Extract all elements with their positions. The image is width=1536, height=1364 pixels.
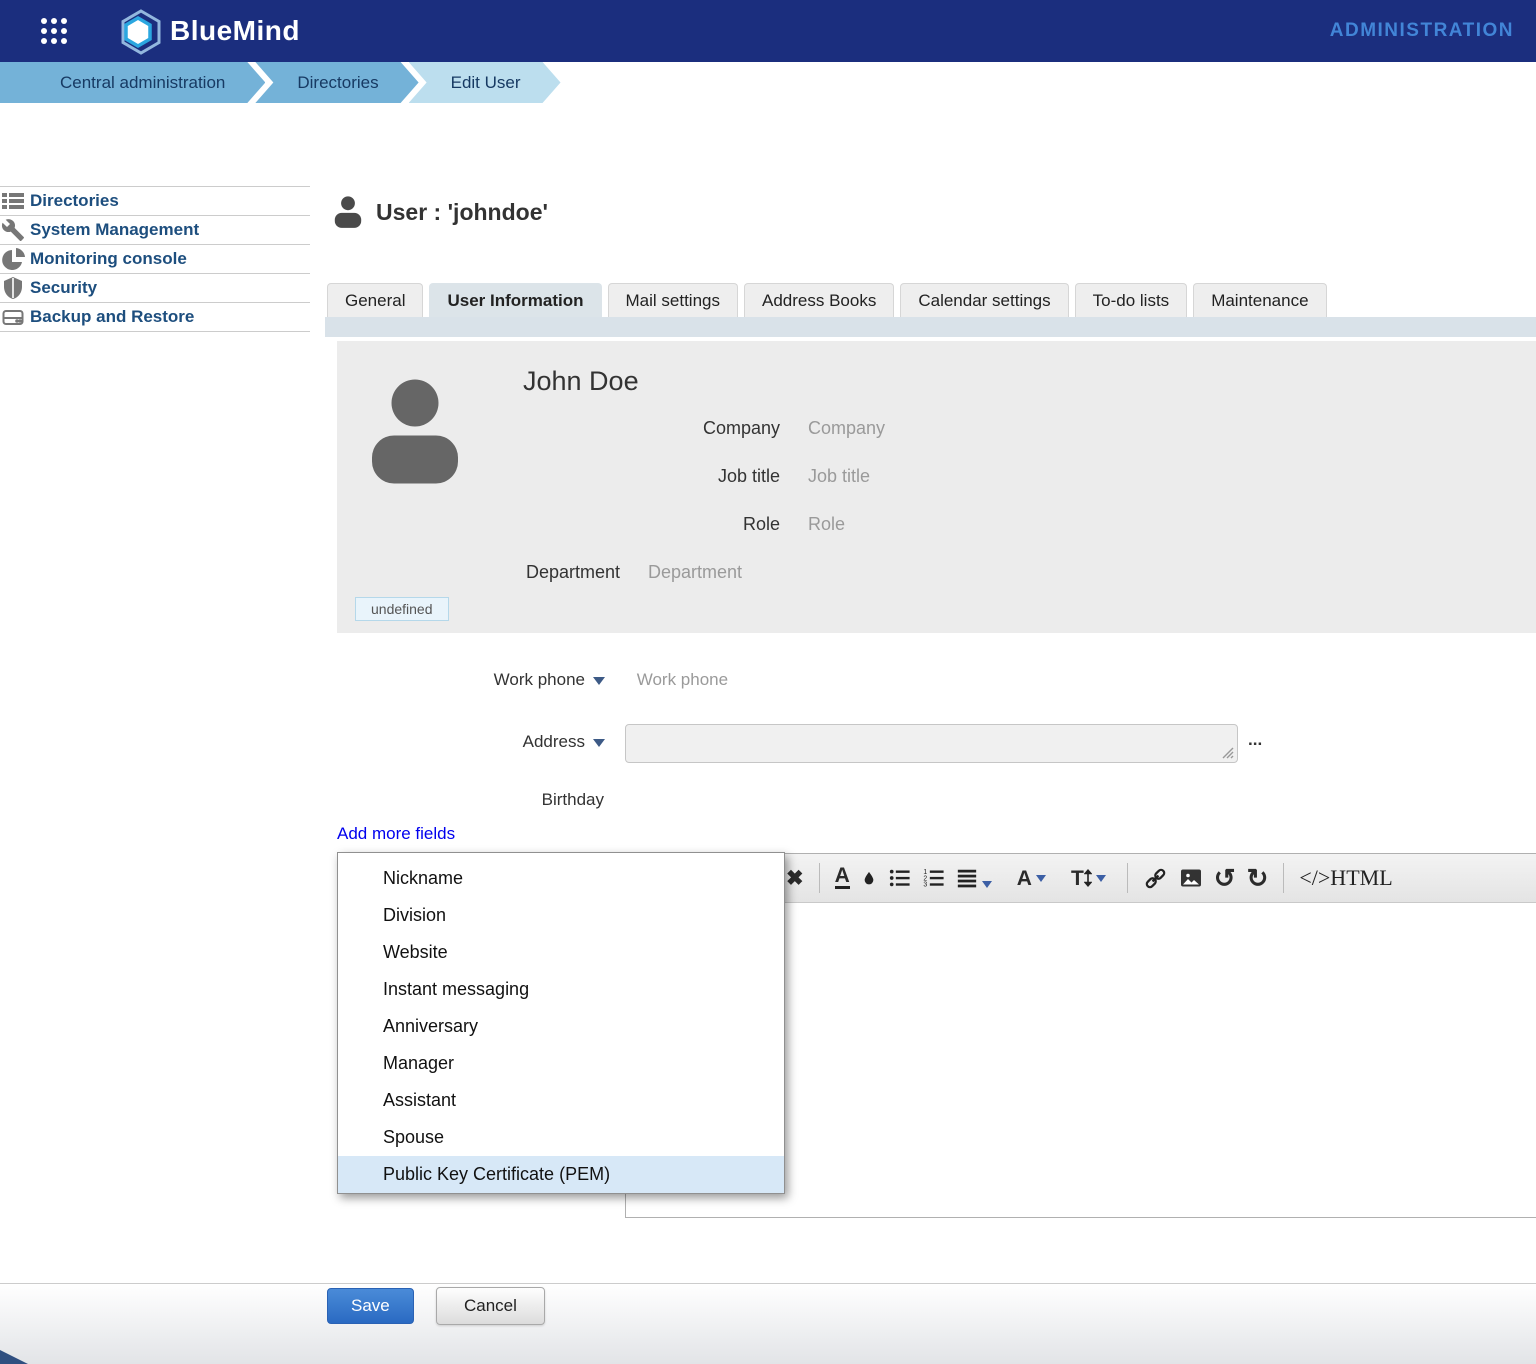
sidebar-item-label: Backup and Restore (30, 307, 194, 327)
address-textarea[interactable] (625, 724, 1238, 763)
tab-maintenance[interactable]: Maintenance (1193, 283, 1326, 317)
app-launcher-icon[interactable] (38, 15, 70, 47)
font-family-menu-icon[interactable]: A (1017, 868, 1046, 889)
address-type-caret-icon[interactable] (593, 739, 605, 747)
menu-item-instant-messaging[interactable]: Instant messaging (338, 971, 784, 1008)
profile-field-role: Role Role (337, 514, 845, 535)
redo-icon[interactable]: ↻ (1247, 865, 1269, 891)
shield-icon (1, 276, 25, 300)
insert-link-icon[interactable] (1143, 866, 1168, 891)
department-field[interactable]: Department (648, 562, 742, 582)
work-phone-label: Work phone (337, 670, 585, 690)
job-title-field[interactable]: Job title (808, 466, 870, 486)
menu-item-spouse[interactable]: Spouse (338, 1119, 784, 1156)
sidebar: Directories System Management Monitoring… (0, 186, 310, 332)
work-phone-row: Work phone Work phone (337, 670, 728, 690)
tab-mail-settings[interactable]: Mail settings (608, 283, 738, 317)
wrench-icon (1, 218, 25, 242)
menu-item-public-key-certificate[interactable]: Public Key Certificate (PEM) (338, 1156, 784, 1193)
menu-item-assistant[interactable]: Assistant (338, 1082, 784, 1119)
undo-icon[interactable]: ↺ (1214, 865, 1236, 891)
breadcrumb: Central administration Directories Edit … (0, 62, 1536, 103)
profile-field-company: Company Company (337, 418, 885, 439)
list-icon (1, 189, 25, 213)
work-phone-type-caret-icon[interactable] (593, 677, 605, 685)
pie-chart-icon (1, 247, 25, 271)
profile-field-department: Department Department (337, 562, 742, 583)
field-label: Job title (337, 466, 780, 487)
html-source-button[interactable]: </>HTML (1299, 865, 1392, 891)
numbered-list-icon[interactable]: 1 2 3 (922, 867, 945, 889)
resize-grip-icon[interactable] (1220, 745, 1234, 759)
bluemind-logo-icon (116, 8, 164, 56)
menu-item-division[interactable]: Division (338, 897, 784, 934)
breadcrumb-directories[interactable]: Directories (255, 62, 418, 103)
sidebar-item-label: Monitoring console (30, 249, 187, 269)
add-fields-menu: Nickname Division Website Instant messag… (337, 852, 785, 1194)
align-menu-icon[interactable] (956, 867, 992, 889)
address-label: Address (337, 732, 585, 752)
breadcrumb-central-administration[interactable]: Central administration (0, 62, 265, 103)
section-label: ADMINISTRATION (1330, 0, 1514, 62)
sidebar-item-security[interactable]: Security (0, 274, 310, 303)
sidebar-item-directories[interactable]: Directories (0, 187, 310, 216)
work-phone-input[interactable]: Work phone (637, 670, 728, 689)
brand-name: BlueMind (170, 0, 300, 62)
insert-image-icon[interactable] (1179, 866, 1203, 890)
corner-decoration (0, 1344, 28, 1364)
top-navbar: BlueMind ADMINISTRATION (0, 0, 1536, 62)
profile-field-job-title: Job title Job title (337, 466, 870, 487)
sidebar-item-label: Security (30, 278, 97, 298)
profile-card: John Doe CompanyCompany Job titleJob tit… (337, 341, 1536, 633)
tab-bar: General User Information Mail settings A… (327, 283, 1327, 317)
page-title-row: User : 'johndoe' (330, 194, 548, 230)
role-field[interactable]: Role (808, 514, 845, 534)
field-label: Department (337, 562, 620, 583)
menu-item-anniversary[interactable]: Anniversary (338, 1008, 784, 1045)
highlight-color-icon[interactable] (861, 867, 877, 889)
tab-general[interactable]: General (327, 283, 423, 317)
birthday-row: Birthday (337, 790, 604, 810)
sidebar-item-system-management[interactable]: System Management (0, 216, 310, 245)
company-field[interactable]: Company (808, 418, 885, 438)
address-expand-button[interactable]: ... (1248, 730, 1262, 750)
drive-icon (1, 305, 25, 329)
sidebar-item-monitoring-console[interactable]: Monitoring console (0, 245, 310, 274)
birthday-label: Birthday (337, 790, 604, 810)
font-color-icon[interactable]: A (835, 867, 850, 890)
sidebar-item-label: System Management (30, 220, 199, 240)
toolbar-divider (1127, 863, 1128, 893)
breadcrumb-edit-user[interactable]: Edit User (409, 62, 561, 103)
field-label: Role (337, 514, 780, 535)
svg-text:3: 3 (923, 882, 927, 889)
page-title: User : 'johndoe' (376, 199, 548, 226)
text-size-menu-icon[interactable]: T (1071, 868, 1106, 889)
menu-item-website[interactable]: Website (338, 934, 784, 971)
profile-name: John Doe (523, 366, 639, 397)
bluemind-admin-app: BlueMind ADMINISTRATION Central administ… (0, 0, 1536, 1364)
bullet-list-icon[interactable] (888, 867, 911, 889)
clear-format-icon[interactable]: ✖ (786, 868, 804, 889)
tab-calendar-settings[interactable]: Calendar settings (900, 283, 1068, 317)
field-label: Company (337, 418, 780, 439)
save-button[interactable]: Save (327, 1288, 414, 1324)
tab-user-information[interactable]: User Information (429, 283, 601, 317)
menu-item-nickname[interactable]: Nickname (338, 860, 784, 897)
address-row: Address (337, 732, 605, 752)
cancel-button[interactable]: Cancel (436, 1287, 545, 1325)
sidebar-item-backup-and-restore[interactable]: Backup and Restore (0, 303, 310, 332)
toolbar-divider (1283, 863, 1284, 893)
add-more-fields-link[interactable]: Add more fields (337, 824, 455, 844)
tab-address-books[interactable]: Address Books (744, 283, 894, 317)
menu-item-manager[interactable]: Manager (338, 1045, 784, 1082)
tab-todo-lists[interactable]: To-do lists (1075, 283, 1188, 317)
toolbar-divider (819, 863, 820, 893)
footer (0, 1283, 1536, 1364)
user-icon (330, 194, 366, 230)
sidebar-item-label: Directories (30, 191, 119, 211)
status-badge: undefined (355, 597, 449, 621)
tab-strip (325, 317, 1536, 337)
